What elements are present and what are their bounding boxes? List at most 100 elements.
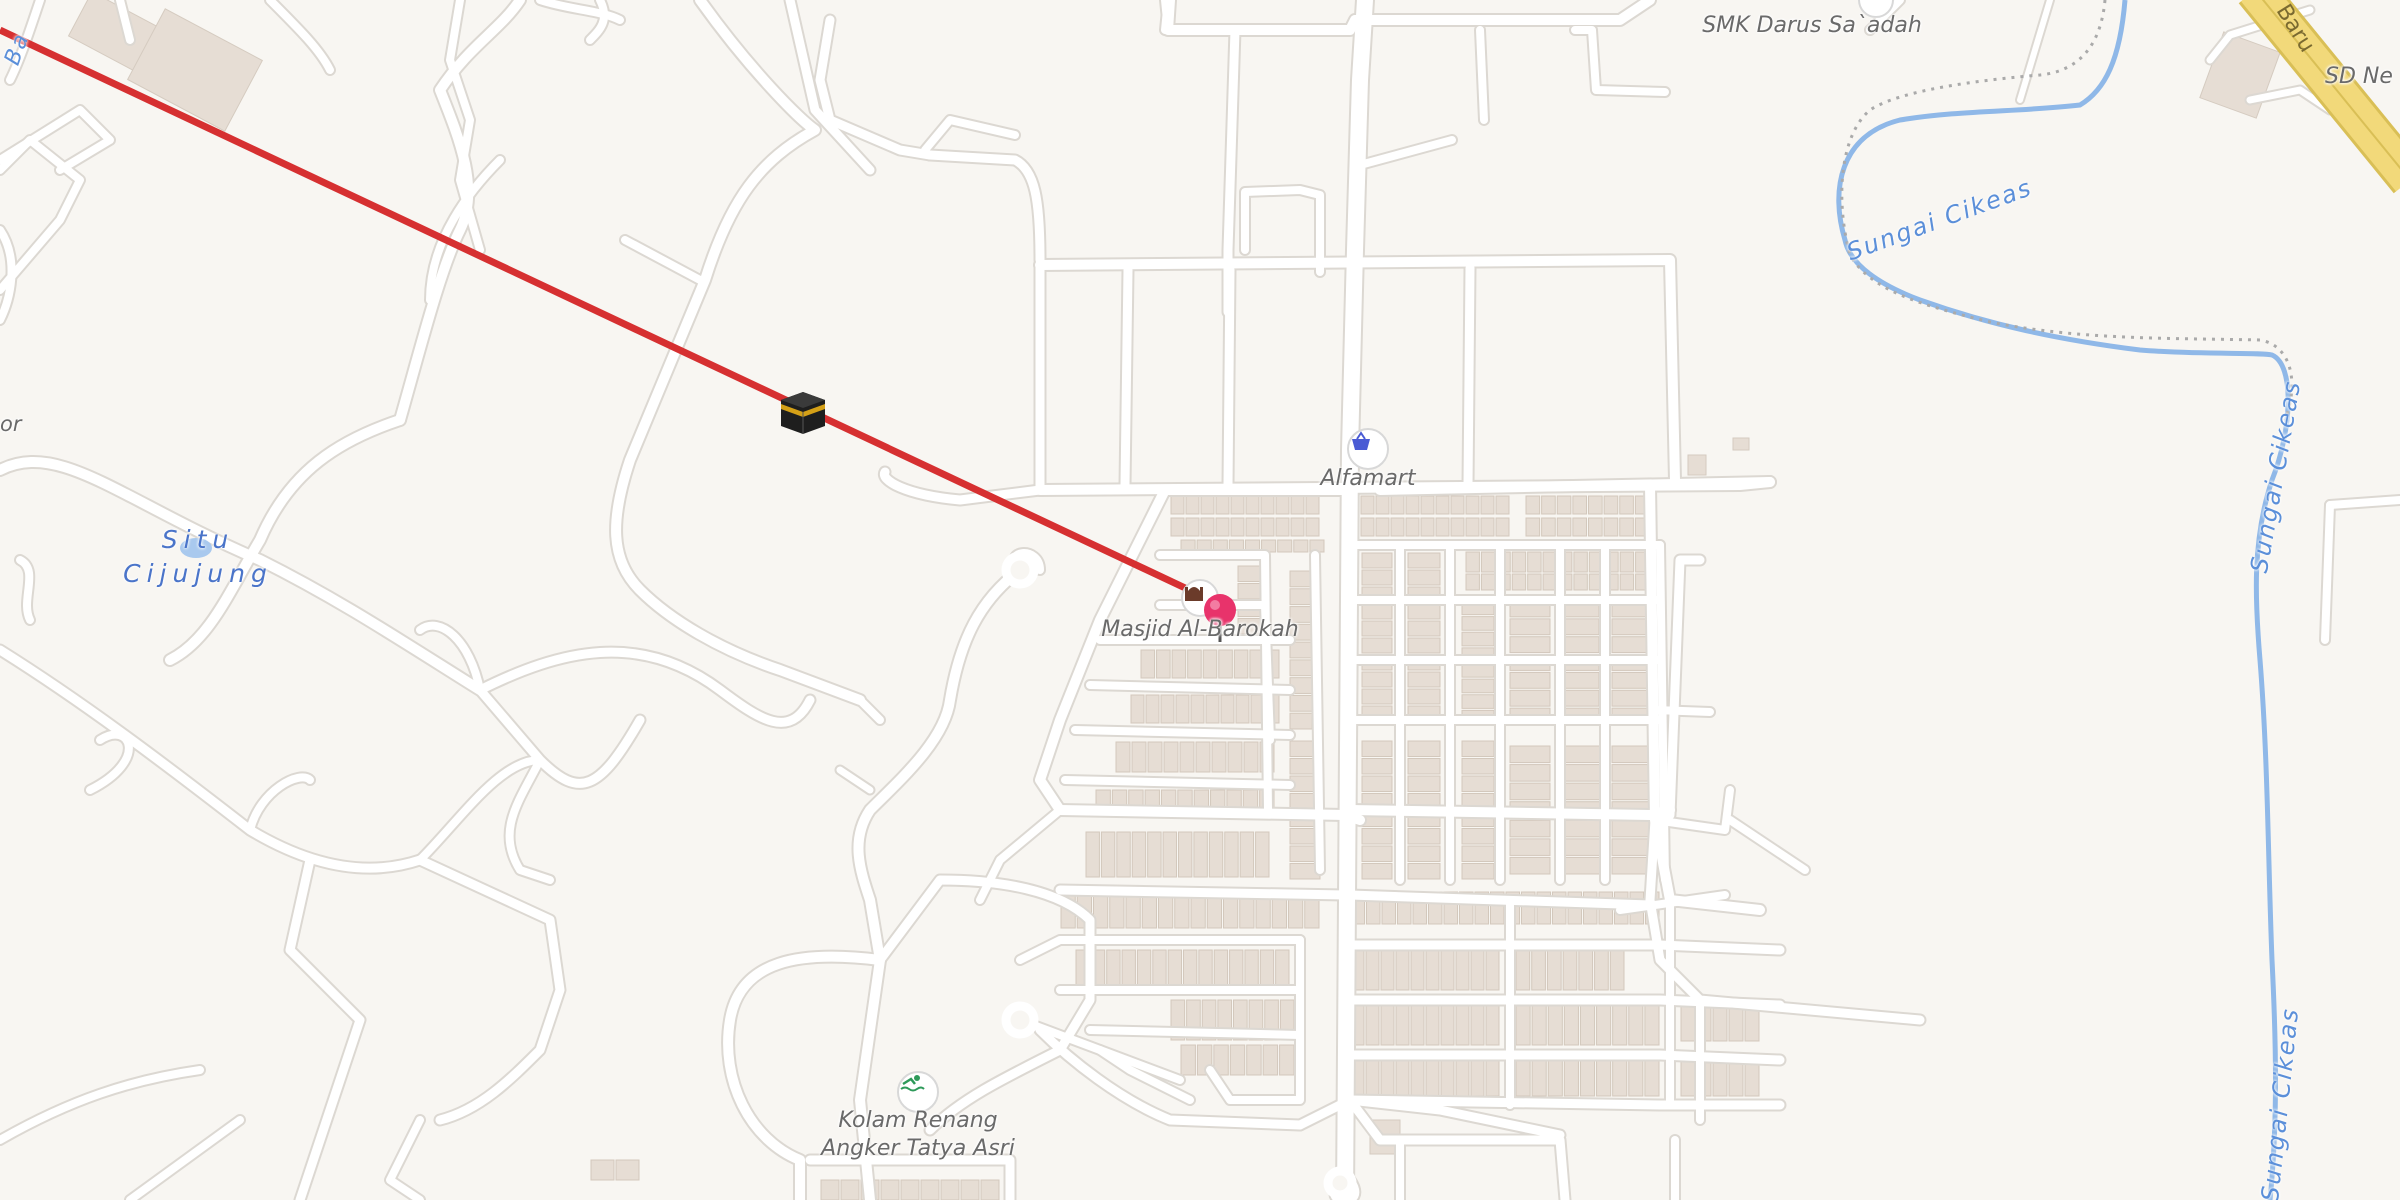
house-building	[1361, 603, 1393, 620]
house-building	[1407, 863, 1441, 880]
sd-label[interactable]: SD Ne	[2325, 64, 2393, 89]
road-segment	[285, 855, 365, 1200]
house-building	[1262, 1044, 1279, 1076]
road-casing-segment	[1569, 24, 1671, 98]
house-building	[1515, 1004, 1531, 1046]
kaaba-icon[interactable]	[777, 386, 829, 438]
house-building	[1594, 949, 1609, 991]
house-building	[1224, 831, 1239, 878]
road-segment	[836, 766, 874, 794]
house-building	[1200, 495, 1215, 515]
house-building	[1106, 949, 1121, 989]
house-building	[1218, 649, 1233, 679]
house-building	[820, 1179, 840, 1200]
house-building	[1167, 949, 1182, 989]
road-segment	[1120, 265, 1133, 490]
house-building	[1596, 1059, 1612, 1097]
house-building	[1243, 741, 1259, 773]
kolam-renang-label[interactable]: Kolam Renang Angker Tatya Asri	[821, 1107, 1015, 1163]
house-building	[1242, 789, 1259, 809]
house-building	[1509, 745, 1551, 764]
house-building	[1227, 741, 1243, 773]
road-segment	[1223, 265, 1235, 490]
house-building	[1712, 1059, 1728, 1097]
house-building	[1563, 1059, 1579, 1097]
roundabout	[1001, 551, 1039, 589]
house-building	[1603, 495, 1619, 515]
house-building	[1547, 1059, 1563, 1097]
house-building	[1485, 949, 1500, 991]
house-building	[1365, 1004, 1380, 1046]
house-building	[1410, 949, 1425, 991]
house-building	[1485, 1004, 1500, 1046]
house-building	[1365, 1059, 1380, 1097]
road-segment	[1345, 940, 1785, 955]
house-building	[1572, 517, 1587, 537]
house-building	[1541, 517, 1556, 537]
road-segment	[1311, 551, 1324, 874]
situ-cijujung-label: Situ Cijujung	[123, 525, 273, 588]
road-casing-segment	[851, 563, 1027, 967]
house-building	[1461, 863, 1495, 880]
qibla-direction-line	[0, 26, 1202, 599]
house-building	[1527, 551, 1542, 573]
alfamart-label[interactable]: Alfamart	[1321, 465, 1416, 493]
map-canvas[interactable]: SMK Darus Sa`adah SD Ne Alfamart Masjid …	[0, 0, 2400, 1200]
house-building	[1612, 1004, 1628, 1046]
house-building	[1245, 495, 1260, 515]
house-building	[1179, 741, 1195, 773]
house-building	[1395, 949, 1410, 991]
house-building	[1611, 782, 1653, 801]
house-building	[1152, 949, 1167, 989]
house-building	[1596, 1004, 1612, 1046]
house-building	[880, 1179, 900, 1200]
road-casing-segment	[0, 643, 427, 875]
road-casing-segment	[0, 1064, 206, 1146]
road-segment	[1061, 776, 1294, 789]
house-building	[1195, 741, 1211, 773]
house-building	[1279, 1044, 1295, 1076]
house-building	[1163, 741, 1179, 773]
road-segment	[2321, 501, 2334, 644]
smk-darus-saadah-label[interactable]: SMK Darus Sa`adah	[1702, 12, 1922, 40]
house-building	[1246, 1044, 1262, 1076]
house-building	[1480, 573, 1496, 591]
house-building	[1455, 1004, 1470, 1046]
house-building	[1211, 741, 1227, 773]
road-segment	[2017, 0, 2053, 103]
house-building	[1619, 573, 1635, 591]
house-building	[1213, 949, 1229, 989]
shopping-basket-icon[interactable]	[1347, 428, 1389, 470]
masjid-al-barokah-label[interactable]: Masjid Al-Barokah	[1101, 616, 1298, 644]
house-building	[1712, 1004, 1728, 1042]
house-building	[1611, 745, 1653, 764]
house-building	[1380, 1059, 1395, 1097]
house-building	[1588, 517, 1603, 537]
house-building	[1511, 573, 1527, 591]
house-building	[960, 1179, 980, 1200]
house-building	[1375, 517, 1390, 537]
house-building	[1680, 1059, 1696, 1097]
house-building	[1485, 1059, 1500, 1097]
house-building	[1210, 789, 1226, 809]
house-building	[1193, 831, 1208, 878]
house-building	[1465, 517, 1480, 537]
road-segment	[2326, 496, 2400, 509]
house-building	[1461, 758, 1495, 775]
house-building	[1619, 495, 1634, 515]
road-segment	[1726, 816, 1809, 874]
house-building	[1461, 678, 1495, 694]
road-segment	[621, 236, 704, 284]
house-building	[1226, 789, 1242, 809]
house-building	[840, 1179, 860, 1200]
house-building	[1465, 495, 1480, 515]
house-building	[1420, 517, 1435, 537]
house-building	[1527, 573, 1542, 591]
road-segment	[505, 756, 554, 884]
house-building	[1644, 1059, 1660, 1097]
house-building	[1275, 495, 1290, 515]
roundabout	[1001, 1001, 1039, 1039]
house-building	[1361, 740, 1393, 757]
house-building	[1556, 495, 1572, 515]
house-building	[1230, 495, 1245, 515]
